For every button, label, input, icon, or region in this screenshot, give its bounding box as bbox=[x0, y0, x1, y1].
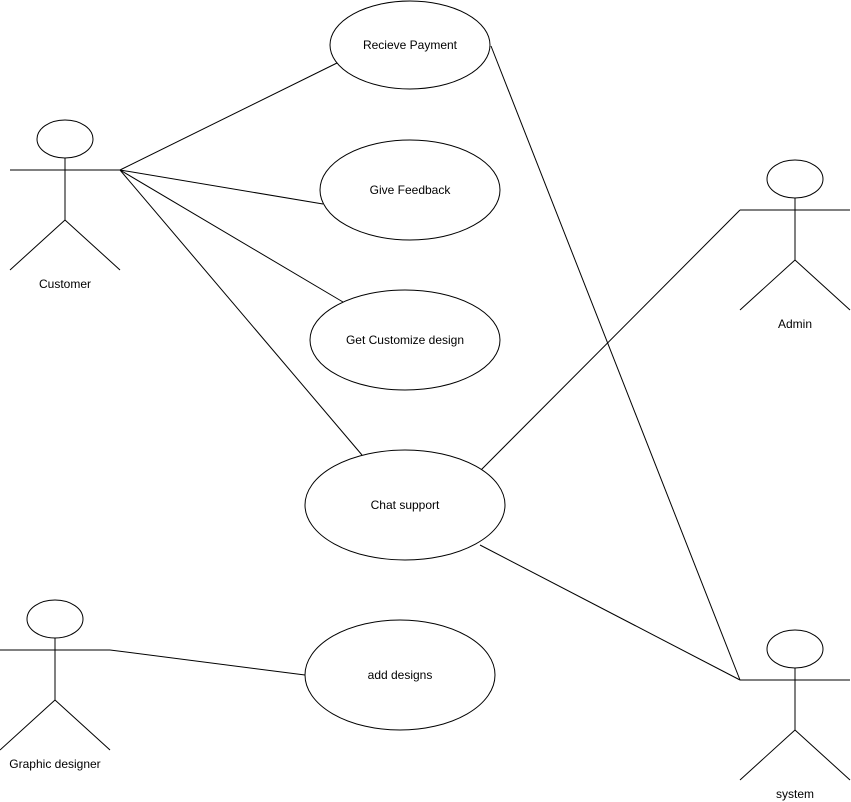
actor-leg-icon bbox=[794, 259, 851, 311]
actor-admin[interactable]: Admin bbox=[739, 159, 851, 331]
use-case-chat-support[interactable]: Chat support bbox=[304, 449, 506, 561]
actor-leg-icon bbox=[0, 699, 56, 751]
use-case-label: Give Feedback bbox=[370, 183, 452, 197]
actor-label: Admin bbox=[778, 317, 812, 331]
actor-leg-icon bbox=[64, 219, 121, 271]
actor-label: Customer bbox=[39, 277, 91, 291]
use-case-diagram: Recieve Payment Give Feedback Get Custom… bbox=[0, 0, 851, 801]
use-case-get-customize-design[interactable]: Get Customize design bbox=[309, 289, 501, 391]
association-customer-get-customize-design[interactable] bbox=[119, 169, 344, 303]
use-case-give-feedback[interactable]: Give Feedback bbox=[319, 139, 501, 241]
actor-head-icon bbox=[26, 599, 84, 639]
actor-head-icon bbox=[36, 119, 94, 159]
association-system-recieve-payment[interactable] bbox=[490, 45, 741, 681]
use-case-label: Chat support bbox=[371, 498, 440, 512]
actor-leg-icon bbox=[9, 219, 66, 271]
actor-head-icon bbox=[766, 629, 824, 669]
actor-label: system bbox=[776, 787, 814, 801]
actor-head-icon bbox=[766, 159, 824, 199]
use-case-label: Get Customize design bbox=[346, 333, 464, 347]
actor-customer[interactable]: Customer bbox=[9, 119, 121, 291]
actor-leg-icon bbox=[794, 729, 851, 781]
association-system-chat-support[interactable] bbox=[479, 544, 741, 681]
association-customer-give-feedback[interactable] bbox=[119, 169, 324, 205]
association-customer-recieve-payment[interactable] bbox=[119, 62, 338, 171]
actor-leg-icon bbox=[739, 259, 796, 311]
actor-label: Graphic designer bbox=[9, 757, 100, 771]
use-case-add-designs[interactable]: add designs bbox=[304, 619, 496, 731]
use-case-label: Recieve Payment bbox=[363, 38, 458, 52]
association-graphic-designer-add-designs[interactable] bbox=[109, 649, 306, 676]
actor-leg-icon bbox=[739, 729, 796, 781]
actor-graphic-designer[interactable]: Graphic designer bbox=[0, 599, 111, 771]
use-case-recieve-payment[interactable]: Recieve Payment bbox=[329, 0, 491, 90]
actor-system[interactable]: system bbox=[739, 629, 851, 801]
actor-leg-icon bbox=[54, 699, 111, 751]
use-case-label: add designs bbox=[368, 668, 433, 682]
association-admin-chat-support[interactable] bbox=[480, 209, 741, 471]
